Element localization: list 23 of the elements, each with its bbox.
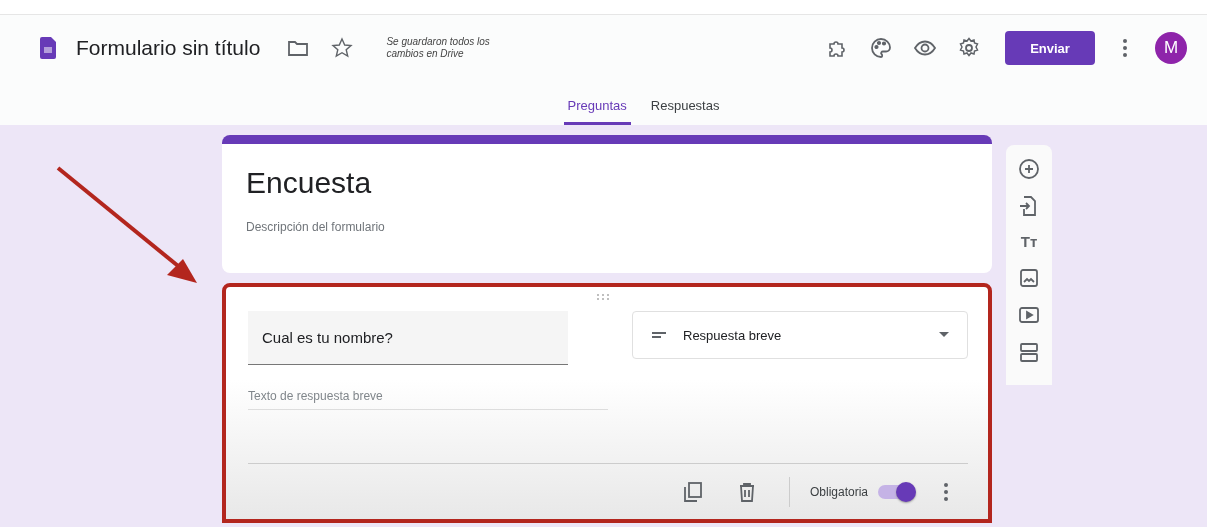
save-status: Se guardaron todos los cambios en Drive [386, 35, 491, 61]
send-button[interactable]: Enviar [1005, 31, 1095, 65]
tab[interactable]: Preguntas [563, 92, 631, 125]
palette-icon[interactable] [869, 36, 893, 60]
form-description[interactable]: Descripción del formulario [246, 220, 968, 234]
star-icon[interactable] [330, 36, 355, 60]
form-title[interactable]: Formulario sin título [76, 36, 261, 60]
short-answer-field[interactable]: Texto de respuesta breve [248, 365, 608, 410]
tab[interactable]: Respuestas [646, 92, 724, 125]
caret-icon [939, 332, 949, 338]
short-text-icon [651, 330, 667, 340]
drag-handle-icon[interactable] [596, 293, 610, 301]
forms-logo-icon[interactable] [40, 37, 56, 59]
question-type-label: Respuesta breve [683, 327, 783, 343]
required-switch[interactable] [878, 485, 914, 499]
avatar[interactable]: M [1155, 32, 1187, 64]
question-type-dropdown[interactable]: Respuesta breve [632, 311, 968, 359]
question-title-field[interactable]: Cual es tu nombre? [248, 311, 568, 365]
image-icon[interactable] [1017, 266, 1041, 290]
add-question-icon[interactable] [1017, 157, 1041, 181]
form-heading[interactable]: Encuesta [246, 166, 968, 200]
required-label: Obligatoria [809, 485, 868, 499]
section-icon[interactable] [1017, 340, 1041, 364]
